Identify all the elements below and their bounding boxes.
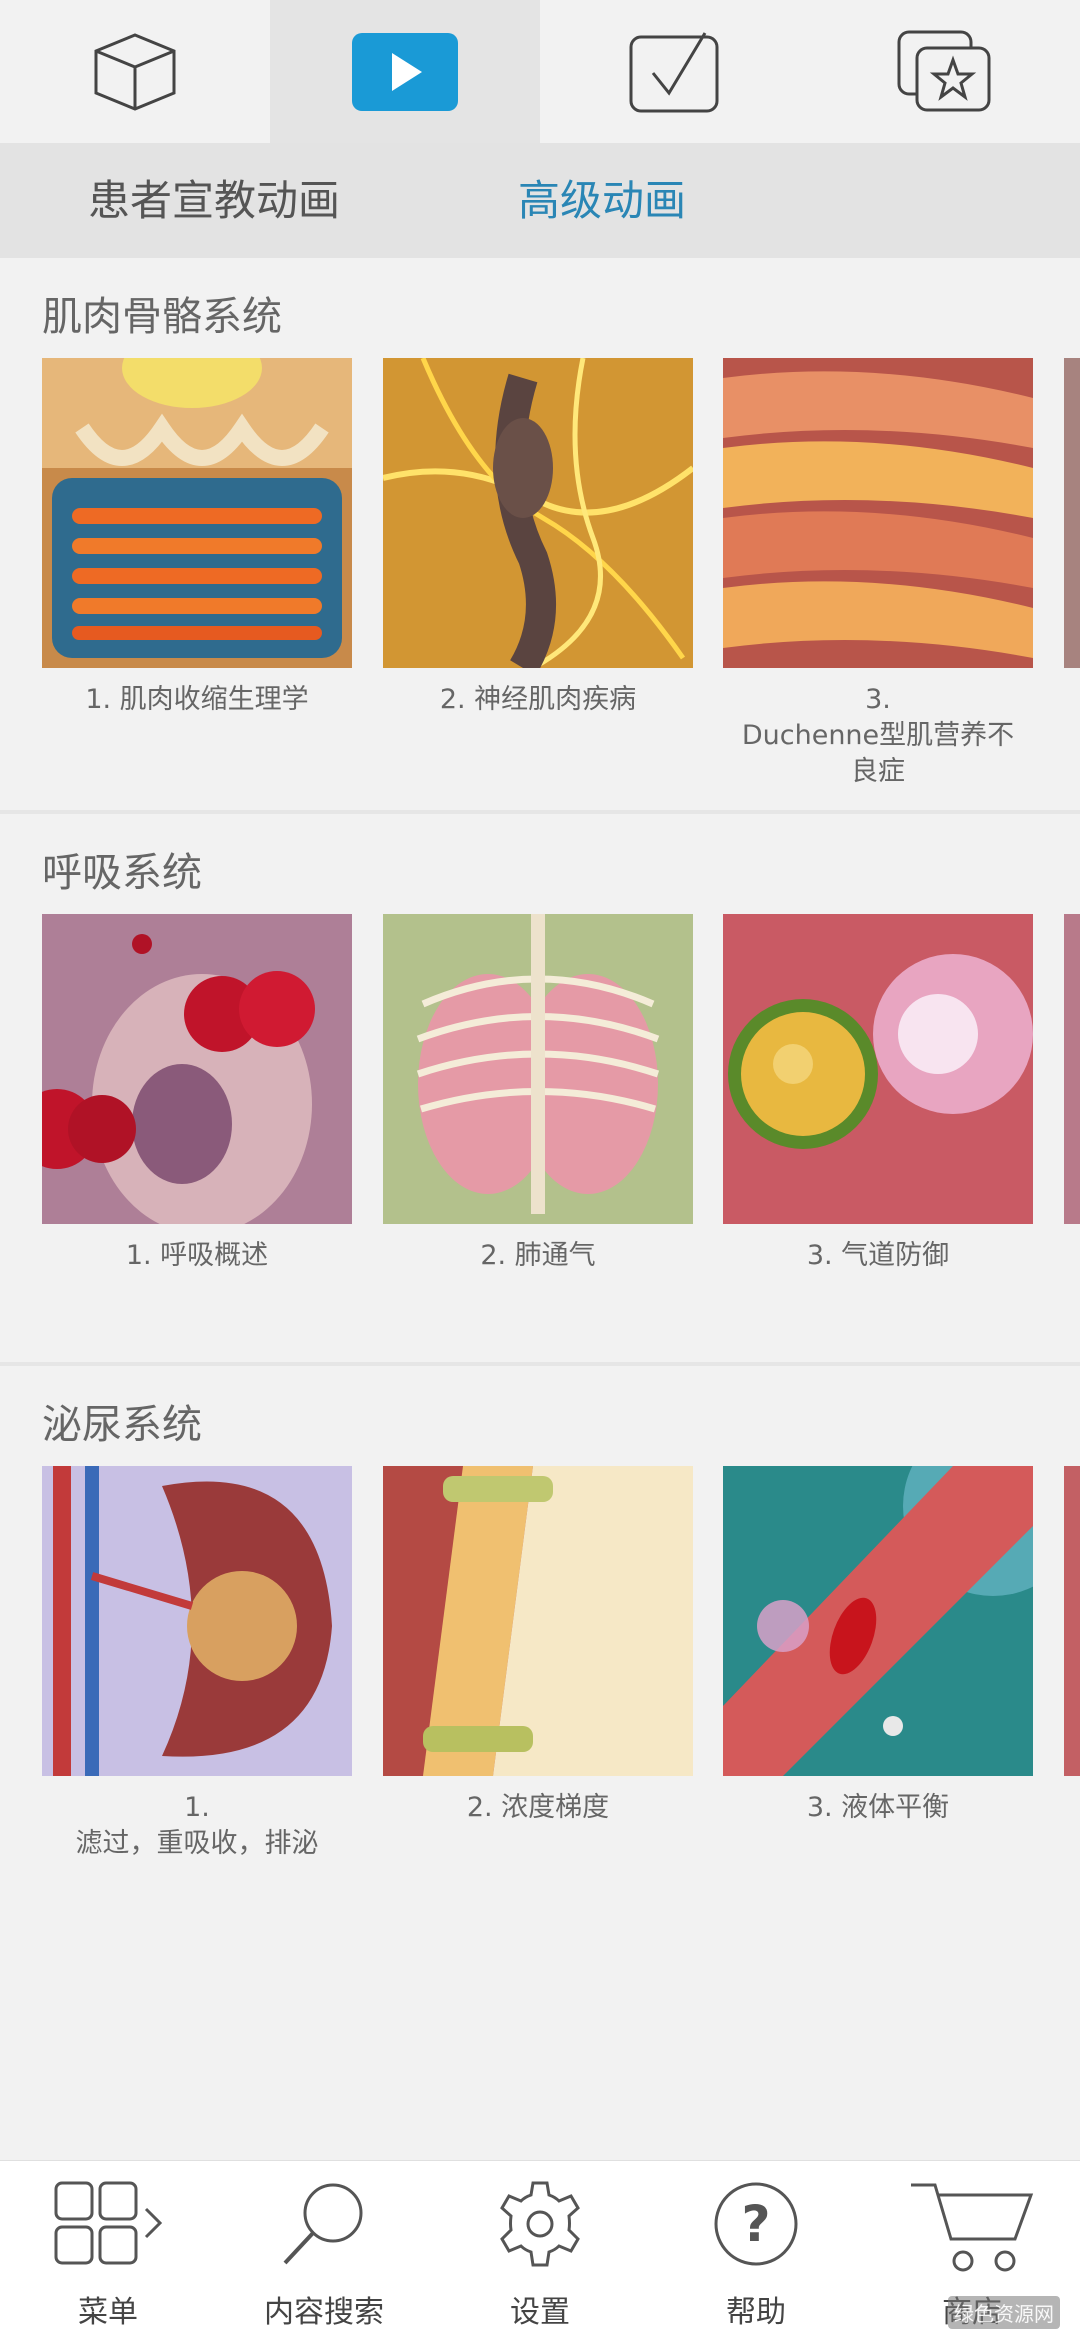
tab-favorites[interactable]: [810, 0, 1080, 143]
card-caption: 2. 肺通气: [480, 1240, 596, 1271]
thumbnail-image: [42, 1466, 352, 1776]
gear-icon: [500, 2181, 580, 2267]
tab-3d-models[interactable]: [0, 0, 270, 143]
search-icon: [283, 2183, 363, 2265]
section-respiratory: 呼吸系统 1. 呼吸概述 2. 肺通气 3. 气道防御: [0, 810, 1080, 1364]
nav-label: 菜单: [78, 2295, 138, 2330]
card-caption: 3. 气道防御: [806, 1240, 950, 1271]
watermark: 绿色资源网: [948, 2296, 1060, 2329]
checkbox-icon: [629, 31, 719, 112]
section-musculoskeletal: 肌肉骨骼系统 1. 肌肉收缩生理学 2. 神经肌肉疾病 3. Duchenne型…: [0, 258, 1080, 808]
star-cards-icon: [897, 30, 991, 111]
card-caption: 3. Duchenne型肌营养不 良症: [741, 684, 1015, 787]
animation-card[interactable]: 2. 神经肌肉疾病: [383, 358, 693, 718]
sub-tab-bar: 患者宣教动画 高级动画: [0, 143, 1080, 260]
section-title: 呼吸系统: [42, 850, 202, 896]
thumbnail-image: [383, 914, 693, 1224]
thumbnail-image: [383, 1466, 693, 1776]
nav-label: 帮助: [726, 2295, 786, 2330]
animation-card[interactable]: 3. 气道防御: [723, 914, 1033, 1274]
card-caption: 2. 神经肌肉疾病: [439, 684, 637, 715]
cube-icon: [94, 32, 176, 111]
animation-card[interactable]: 3. 液体平衡: [723, 1466, 1033, 1826]
card-caption: 1. 呼吸概述: [125, 1240, 269, 1271]
thumbnail-image: [723, 914, 1033, 1224]
next-card-peek[interactable]: [1064, 358, 1080, 668]
next-card-peek[interactable]: [1064, 914, 1080, 1224]
bottom-navigation: 菜单 内容搜索 设置 ? 帮助 商店 绿色资源网: [0, 2160, 1080, 2341]
tab-quiz[interactable]: [540, 0, 810, 143]
tab-animations[interactable]: [270, 0, 540, 143]
animation-card[interactable]: 1. 肌肉收缩生理学: [42, 358, 352, 718]
animation-card[interactable]: 3. Duchenne型肌营养不 良症: [723, 358, 1033, 790]
top-tab-bar: [0, 0, 1080, 143]
animation-card[interactable]: 1. 呼吸概述: [42, 914, 352, 1274]
help-icon: ?: [714, 2182, 798, 2266]
thumbnail-image: [723, 358, 1033, 668]
section-title: 泌尿系统: [42, 1402, 202, 1448]
tab-patient-education[interactable]: 患者宣教动画: [88, 143, 340, 258]
animation-card[interactable]: 1. 滤过，重吸收，排泌: [42, 1466, 352, 1862]
nav-menu[interactable]: 菜单: [0, 2161, 216, 2341]
thumbnail-image: [383, 358, 693, 668]
thumbnail-image: [42, 358, 352, 668]
tab-advanced-animations[interactable]: 高级动画: [518, 143, 686, 258]
thumbnail-image: [723, 1466, 1033, 1776]
card-caption: 1. 滤过，重吸收，排泌: [75, 1792, 319, 1859]
card-caption: 2. 浓度梯度: [466, 1792, 610, 1823]
play-icon: [352, 32, 458, 111]
section-title: 肌肉骨骼系统: [42, 294, 282, 340]
card-caption: 1. 肌肉收缩生理学: [85, 684, 309, 715]
nav-label: 设置: [510, 2295, 570, 2330]
next-card-peek[interactable]: [1064, 1466, 1080, 1776]
card-caption: 3. 液体平衡: [806, 1792, 950, 1823]
svg-text:?: ?: [741, 2195, 770, 2253]
nav-search[interactable]: 内容搜索: [216, 2161, 432, 2341]
animation-card[interactable]: 2. 浓度梯度: [383, 1466, 693, 1826]
nav-label: 内容搜索: [264, 2295, 384, 2330]
menu-grid-icon: [54, 2181, 163, 2265]
nav-settings[interactable]: 设置: [432, 2161, 648, 2341]
animation-card[interactable]: 2. 肺通气: [383, 914, 693, 1274]
section-urinary: 泌尿系统 1. 滤过，重吸收，排泌 2. 浓度梯度 3. 液体平衡: [0, 1362, 1080, 1966]
thumbnail-image: [42, 914, 352, 1224]
cart-icon: [911, 2183, 1034, 2272]
nav-help[interactable]: ? 帮助: [648, 2161, 864, 2341]
